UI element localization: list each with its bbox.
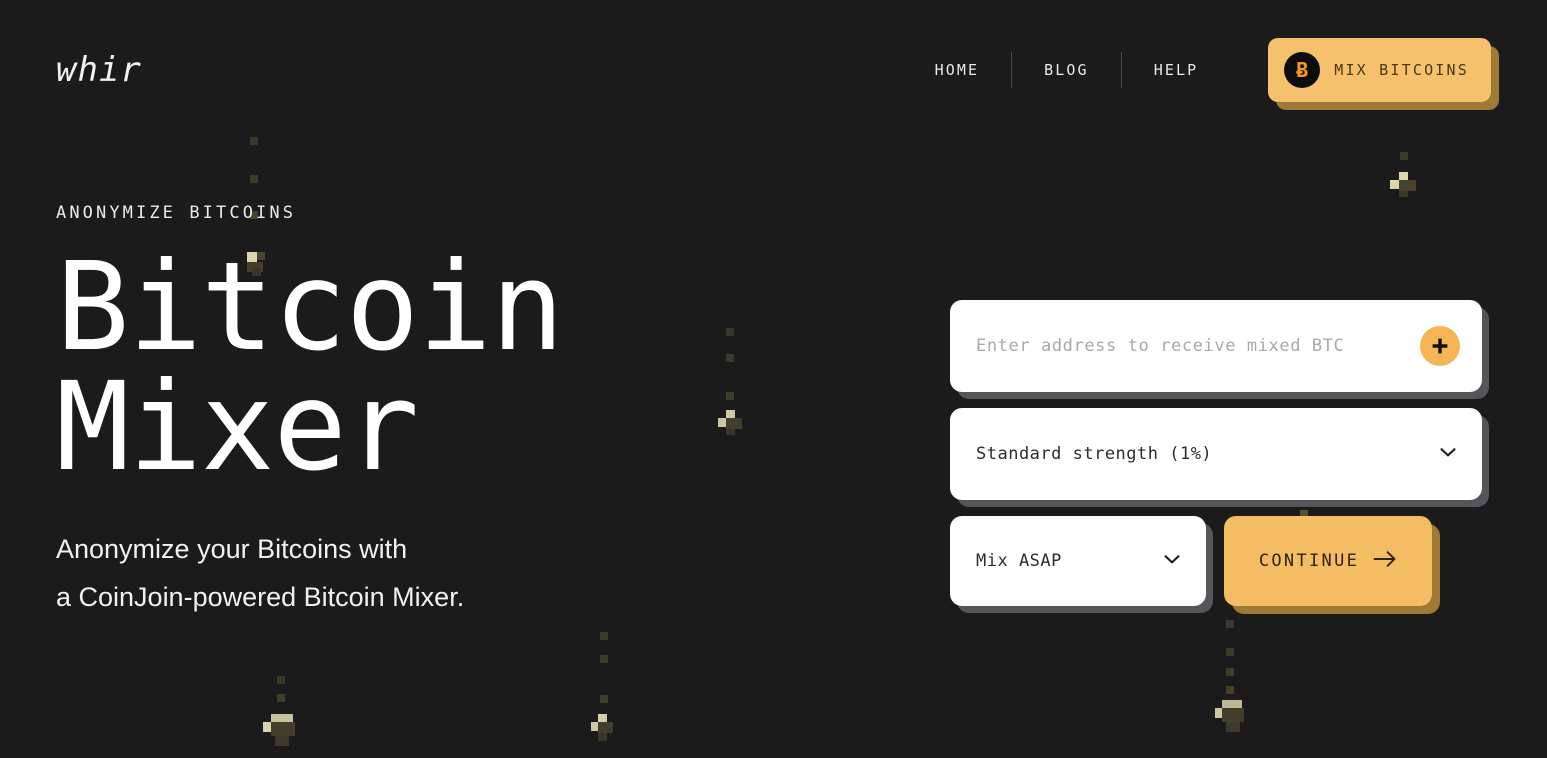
mix-bitcoins-button[interactable]: Ƀ MIX BITCOINS: [1268, 38, 1491, 102]
pixel-particle: [1226, 668, 1234, 676]
strength-select-value: Standard strength (1%): [976, 444, 1213, 464]
bitcoin-icon: Ƀ: [1284, 52, 1321, 88]
nav-link-help[interactable]: HELP: [1122, 62, 1231, 78]
form-bottom-row: Mix ASAP CONTINUE: [950, 516, 1482, 614]
pixel-particle: [726, 392, 734, 400]
address-field-card: [950, 300, 1482, 392]
pixel-particle: [726, 328, 734, 336]
hero-eyebrow: ANONYMIZE BITCOINS: [56, 203, 297, 223]
hero-subheading: Anonymize your Bitcoins with a CoinJoin-…: [56, 534, 465, 613]
address-field-wrapper: [950, 300, 1489, 399]
pixel-particle: [600, 655, 608, 663]
pixel-particle: [726, 410, 735, 419]
pixel-particle: [277, 694, 285, 702]
pixel-particle: [1390, 180, 1400, 189]
pixel-particle: [277, 676, 285, 684]
pixel-particle: [1399, 172, 1408, 181]
nav-links: HOME BLOG HELP: [903, 52, 1231, 88]
pixel-particle: [598, 733, 607, 741]
pixel-particle: [275, 736, 289, 746]
page-root: whir HOME BLOG HELP Ƀ MIX BITCOINS ANONY…: [0, 0, 1547, 758]
pixel-particle: [726, 429, 735, 435]
headline-line-2: Mixer: [56, 355, 419, 498]
strength-select-wrapper: Standard strength (1%): [950, 408, 1489, 507]
main-navigation: HOME BLOG HELP Ƀ MIX BITCOINS: [903, 38, 1499, 110]
pixel-particle: [718, 418, 728, 427]
pixel-particle: [263, 722, 273, 732]
pixel-particle: [250, 175, 258, 183]
site-header: whir HOME BLOG HELP Ƀ MIX BITCOINS: [0, 0, 1547, 140]
strength-select[interactable]: Standard strength (1%): [950, 408, 1482, 500]
pixel-particle: [598, 722, 613, 733]
hero-section: ANONYMIZE BITCOINS Bitcoin Mixer Anonymiz…: [56, 203, 564, 621]
pixel-particle: [591, 722, 600, 731]
pixel-particle: [600, 695, 608, 703]
continue-button-wrapper: CONTINUE: [1224, 516, 1440, 614]
arrow-right-icon: [1373, 550, 1397, 572]
speed-select[interactable]: Mix ASAP: [950, 516, 1206, 606]
pixel-particle: [1226, 722, 1240, 732]
mix-bitcoins-button-label: MIX BITCOINS: [1334, 61, 1469, 79]
mix-bitcoins-cta-wrapper: Ƀ MIX BITCOINS: [1268, 38, 1499, 110]
pixel-particle: [726, 418, 742, 429]
speed-select-wrapper: Mix ASAP: [950, 516, 1213, 613]
chevron-down-icon: [1160, 547, 1184, 575]
pixel-particle: [1222, 708, 1244, 722]
pixel-particle: [271, 714, 293, 724]
continue-button[interactable]: CONTINUE: [1224, 516, 1432, 606]
plus-icon: [1431, 337, 1449, 355]
pixel-particle: [1399, 191, 1408, 197]
address-input[interactable]: [976, 336, 1410, 356]
pixel-particle: [271, 722, 295, 736]
nav-link-blog[interactable]: BLOG: [1012, 62, 1121, 78]
chevron-down-icon: [1436, 440, 1460, 468]
mixer-form: Standard strength (1%) Mix ASAP: [950, 300, 1489, 614]
continue-button-label: CONTINUE: [1258, 551, 1360, 571]
add-address-button[interactable]: [1420, 326, 1460, 366]
pixel-particle: [1399, 180, 1416, 191]
pixel-particle: [726, 354, 734, 362]
pixel-particle: [1226, 686, 1234, 694]
brand-logo[interactable]: whir: [56, 53, 142, 87]
page-title: Bitcoin Mixer: [56, 246, 564, 488]
pixel-particle: [1226, 620, 1234, 628]
pixel-particle: [1215, 708, 1224, 718]
nav-link-home[interactable]: HOME: [903, 62, 1012, 78]
speed-select-value: Mix ASAP: [976, 551, 1062, 571]
pixel-particle: [598, 714, 607, 723]
pixel-particle: [1226, 648, 1234, 656]
pixel-particle: [600, 632, 608, 640]
pixel-particle: [1222, 700, 1242, 710]
pixel-particle: [1400, 152, 1408, 160]
